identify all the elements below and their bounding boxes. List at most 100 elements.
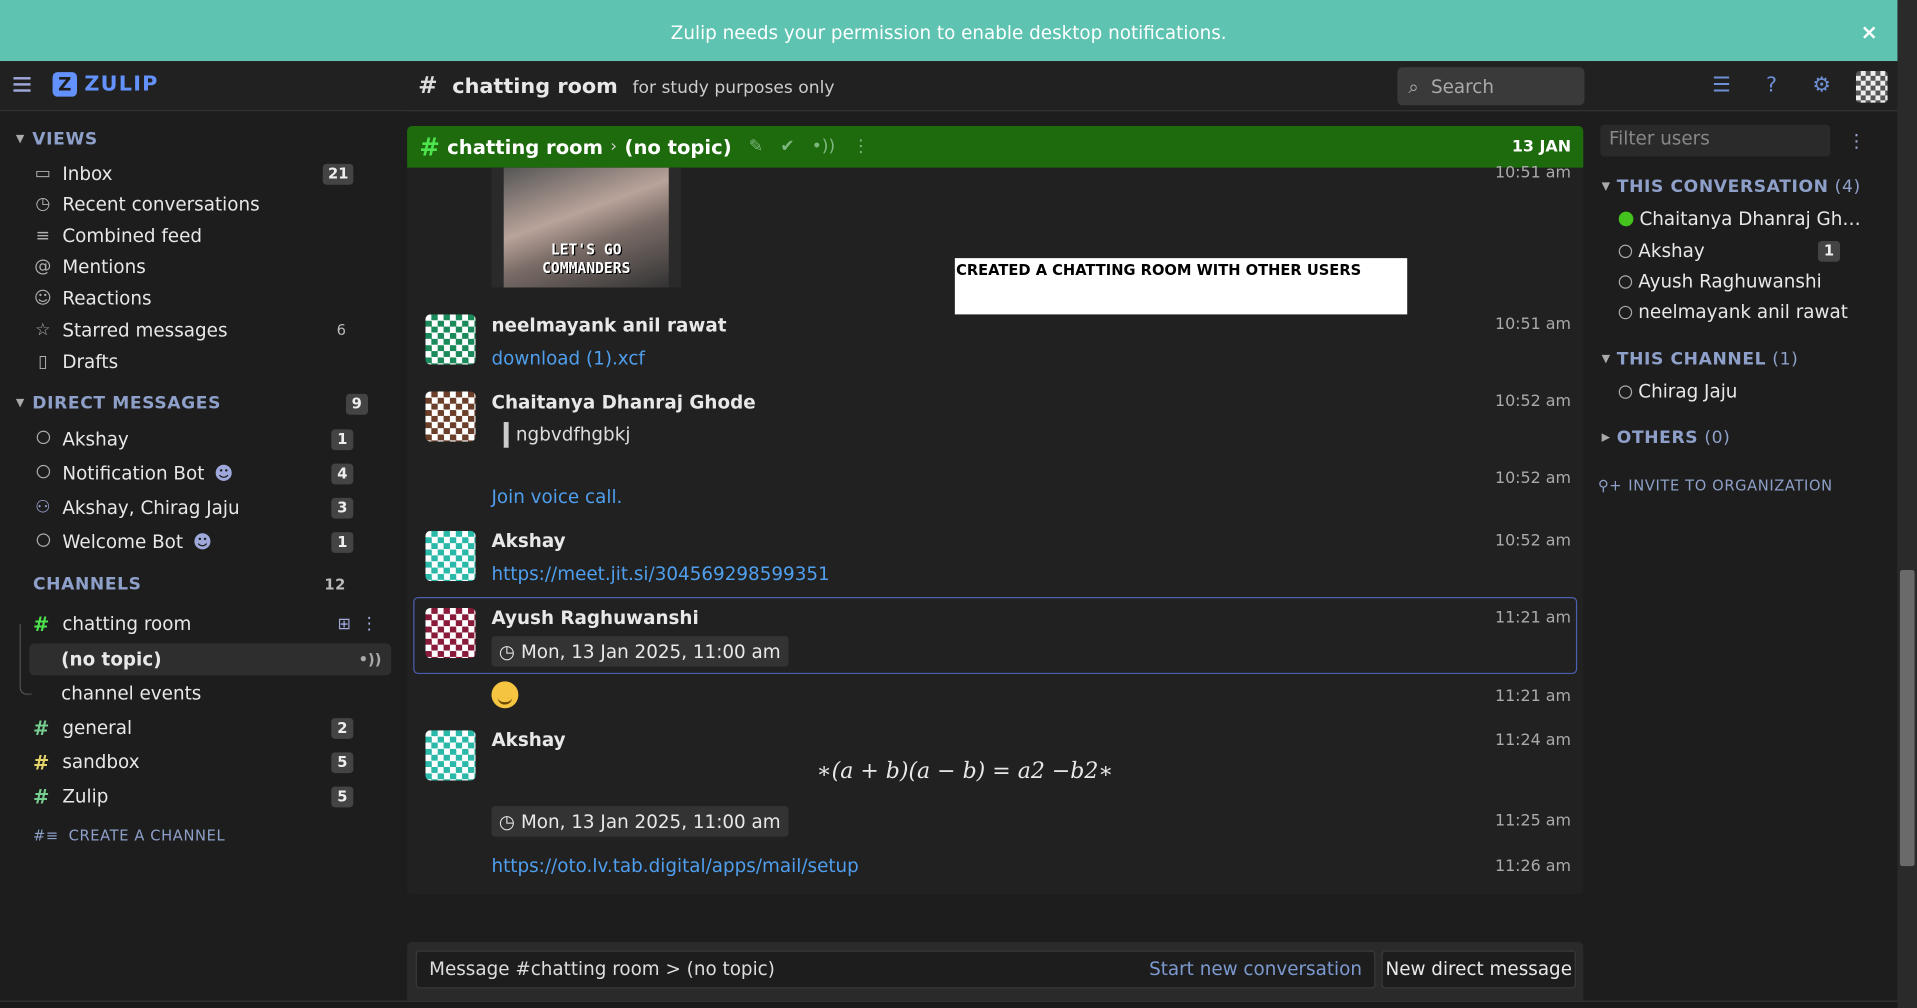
- message-sender[interactable]: neelmayank anil rawat: [491, 314, 726, 336]
- message-sender[interactable]: Ayush Raghuwanshi: [491, 607, 698, 629]
- scrollbar-thumb[interactable]: [1899, 570, 1915, 867]
- user-item[interactable]: Ayush Raghuwanshi: [1618, 270, 1822, 292]
- section-title: THIS CHANNEL: [1616, 349, 1767, 370]
- message-time[interactable]: 10:52 am: [1495, 532, 1571, 550]
- channel-header[interactable]: # chatting room for study purposes only: [418, 72, 834, 99]
- message-time[interactable]: 10:51 am: [1495, 316, 1571, 334]
- mail-setup-link[interactable]: https://oto.lv.tab.digital/apps/mail/set…: [491, 855, 858, 877]
- dm-item-notification-bot[interactable]: Notification Bot ☻ 4: [33, 459, 354, 488]
- hamburger-menu-icon[interactable]: [13, 77, 31, 92]
- channel-hash-icon: #: [418, 72, 438, 100]
- topic-item-channel-events[interactable]: channel events: [61, 679, 381, 708]
- dm-item-akshay[interactable]: Akshay 1: [33, 424, 354, 453]
- clock-icon: ◷: [35, 194, 51, 215]
- message-time[interactable]: 11:24 am: [1495, 732, 1571, 750]
- message-time[interactable]: 10:52 am: [1495, 393, 1571, 411]
- user-item[interactable]: Chaitanya Dhanraj Gh…: [1618, 208, 1861, 230]
- sidebar-item-label: Mentions: [62, 255, 146, 278]
- unmute-icon[interactable]: •)): [359, 651, 382, 668]
- sidebar-item-mentions[interactable]: @ Mentions: [33, 252, 353, 281]
- search-box[interactable]: ⌕ Search: [1397, 67, 1585, 106]
- sidebar-item-recent[interactable]: ◷ Recent conversations: [33, 190, 353, 219]
- sidebar-item-reactions[interactable]: ☺ Reactions: [33, 284, 353, 313]
- user-list-icon[interactable]: ☰: [1708, 72, 1735, 99]
- avatar[interactable]: [425, 314, 476, 365]
- dm-item-welcome-bot[interactable]: Welcome Bot ☻ 1: [33, 527, 354, 556]
- banner-text: Zulip needs your permission to enable de…: [670, 21, 1227, 44]
- search-input[interactable]: Search: [1431, 75, 1494, 97]
- topic-item-no-topic[interactable]: (no topic) •)): [61, 645, 381, 674]
- top-navbar: Z ZULIP # chatting room for study purpos…: [0, 61, 1898, 112]
- meeting-link[interactable]: https://meet.jit.si/304569298599351: [491, 563, 829, 585]
- checkmark-icon[interactable]: ✔: [780, 137, 794, 157]
- create-channel-link[interactable]: #≡ CREATE A CHANNEL: [33, 827, 225, 844]
- channel-item-chatting-room[interactable]: # chatting room ⊞ ⋮: [33, 609, 378, 638]
- start-new-conversation-button[interactable]: Start new conversation: [1149, 958, 1362, 980]
- help-icon[interactable]: ?: [1758, 72, 1785, 99]
- channel-item-general[interactable]: # general 2: [33, 713, 354, 742]
- message-sender[interactable]: Akshay: [491, 729, 565, 751]
- channels-header[interactable]: CHANNELS 12: [33, 575, 353, 595]
- filter-users-input[interactable]: Filter users: [1600, 124, 1831, 157]
- avatar[interactable]: [425, 730, 476, 781]
- unread-badge: 2: [331, 717, 354, 739]
- notification-banner[interactable]: Zulip needs your permission to enable de…: [0, 0, 1898, 62]
- message-time[interactable]: 11:25 am: [1495, 812, 1571, 830]
- new-topic-icon[interactable]: ⊞: [338, 615, 351, 633]
- more-options-icon[interactable]: ⋮: [361, 614, 378, 634]
- attachment-link[interactable]: download (1).xcf: [491, 347, 644, 369]
- this-conversation-header[interactable]: ▼ THIS CONVERSATION (4): [1602, 177, 1861, 197]
- channel-name[interactable]: chatting room: [452, 75, 618, 99]
- compose-input[interactable]: Message #chatting room > (no topic) Star…: [415, 950, 1376, 989]
- voice-call-link[interactable]: Join voice call.: [491, 486, 622, 508]
- others-header[interactable]: ▶ OTHERS (0): [1602, 428, 1731, 448]
- channel-item-zulip[interactable]: # Zulip 5: [33, 782, 354, 811]
- timestamp-chip[interactable]: ◷ Mon, 13 Jan 2025, 11:00 am: [491, 806, 788, 837]
- zulip-logo[interactable]: Z ZULIP: [52, 72, 159, 97]
- user-avatar[interactable]: [1855, 70, 1888, 103]
- channels-title: CHANNELS: [33, 574, 142, 595]
- sidebar-item-inbox[interactable]: ▭ Inbox 21: [33, 159, 354, 188]
- message-time[interactable]: 10:52 am: [1495, 470, 1571, 488]
- channel-item-sandbox[interactable]: # sandbox 5: [33, 747, 354, 776]
- this-channel-header[interactable]: ▼ THIS CHANNEL (1): [1602, 350, 1799, 370]
- recipient-topic[interactable]: (no topic): [625, 135, 732, 158]
- user-item[interactable]: neelmayank anil rawat: [1618, 301, 1848, 323]
- direct-messages-header[interactable]: ▼ DIRECT MESSAGES 9: [16, 393, 369, 415]
- edit-icon[interactable]: ✎: [749, 137, 763, 157]
- gear-icon[interactable]: ⚙: [1808, 72, 1835, 99]
- sidebar-item-label: Reactions: [62, 287, 152, 310]
- unread-badge: 4: [331, 463, 354, 484]
- timestamp-chip[interactable]: ◷ Mon, 13 Jan 2025, 11:00 am: [491, 636, 788, 667]
- sidebar-item-combined-feed[interactable]: ≡ Combined feed: [33, 221, 353, 250]
- message-sender[interactable]: Akshay: [491, 530, 565, 552]
- dm-item-group[interactable]: ⚇ Akshay, Chirag Jaju 3: [33, 493, 354, 522]
- avatar[interactable]: [425, 607, 476, 659]
- more-options-icon[interactable]: ⋮: [852, 137, 869, 157]
- invite-to-organization-link[interactable]: ⚲+ INVITE TO ORGANIZATION: [1598, 477, 1833, 494]
- image-preview[interactable]: LET'S GO COMMANDERS: [491, 167, 681, 288]
- new-direct-message-button[interactable]: New direct message: [1381, 950, 1576, 989]
- message-time[interactable]: 11:21 am: [1495, 609, 1571, 627]
- unmute-icon[interactable]: •)): [812, 137, 835, 157]
- add-user-icon: ⚲+: [1597, 477, 1623, 495]
- sidebar-item-starred[interactable]: ☆ Starred messages 6: [33, 316, 353, 345]
- recipient-bar[interactable]: # chatting room › (no topic) ✎ ✔ •)) ⋮ 1…: [407, 125, 1584, 168]
- unread-badge: 3: [331, 497, 354, 519]
- views-header[interactable]: ▼ VIEWS: [16, 130, 98, 150]
- message-time[interactable]: 11:26 am: [1495, 858, 1571, 876]
- sidebar-item-drafts[interactable]: ▯ Drafts: [33, 347, 353, 376]
- close-icon[interactable]: ×: [1860, 21, 1877, 45]
- unread-badge: 1: [1818, 240, 1841, 262]
- offline-status-icon: [1618, 305, 1633, 319]
- avatar[interactable]: [425, 391, 476, 442]
- message-sender[interactable]: Chaitanya Dhanraj Ghode: [491, 391, 755, 413]
- user-item[interactable]: Akshay 1: [1618, 240, 1841, 262]
- more-options-icon[interactable]: ⋮: [1847, 130, 1865, 152]
- recipient-channel[interactable]: chatting room: [447, 135, 603, 158]
- message-time[interactable]: 11:21 am: [1495, 687, 1571, 705]
- message-time[interactable]: 10:51 am: [1495, 164, 1571, 182]
- avatar[interactable]: [425, 530, 476, 582]
- embedded-image-text[interactable]: CREATED A CHATTING ROOM WITH OTHER USERS: [954, 258, 1408, 315]
- user-item[interactable]: Chirag Jaju: [1618, 380, 1737, 402]
